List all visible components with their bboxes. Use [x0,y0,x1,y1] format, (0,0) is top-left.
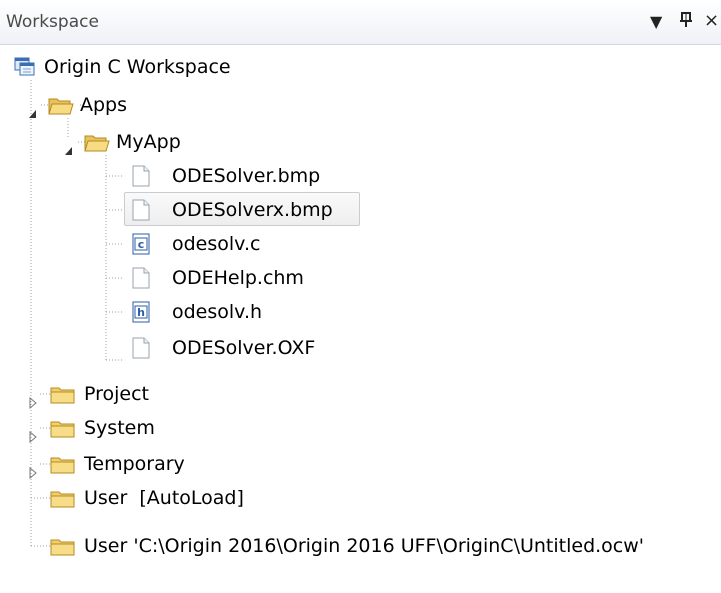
folder-icon [50,453,76,484]
panel-titlebar: Workspace ▼ × [0,0,721,45]
tree-root-label: Origin C Workspace [44,56,231,78]
file-icon [132,267,150,298]
svg-text:c: c [138,238,145,251]
collapsed-triangle-icon[interactable] [28,388,38,418]
open-folder-icon [48,94,74,125]
collapsed-triangle-icon[interactable] [28,458,38,488]
folder-icon [50,383,76,414]
tree-file-label: odesolv.c [172,233,261,255]
tree-file-label: ODESolverx.bmp [172,199,333,221]
h-file-icon: h [132,301,150,332]
panel-title: Workspace [6,12,99,32]
tree-item-label: Temporary [84,453,185,475]
folder-icon [50,417,76,448]
tree-item-label: System [84,417,155,439]
svg-text:h: h [137,306,145,319]
panel-menu-button[interactable]: ▼ [650,12,662,31]
file-icon [132,337,150,368]
tree-file-label: ODEHelp.chm [172,267,304,289]
pin-icon[interactable] [679,12,693,32]
c-file-icon: c [132,233,150,264]
expanded-triangle-icon[interactable] [28,98,38,128]
expanded-triangle-icon[interactable] [64,135,74,165]
folder-icon [50,535,76,566]
close-button[interactable]: × [704,10,719,31]
open-folder-icon [84,131,110,162]
tree-item-label: User 'C:\Origin 2016\Origin 2016 UFF\Ori… [84,535,645,557]
tree-item-label: Apps [80,94,128,116]
tree-item-label: MyApp [116,131,181,153]
tree-file-label: ODESolver.OXF [172,337,316,359]
workspace-tree: Origin C Workspace Apps MyApp ODESolver.… [0,50,721,593]
collapsed-triangle-icon[interactable] [28,422,38,452]
workspace-icon [14,56,36,87]
tree-file-label: odesolv.h [172,301,263,323]
tree-item-label: User [AutoLoad] [84,487,244,509]
file-icon [132,199,150,230]
tree-item-label: Project [84,383,150,405]
tree-file-label: ODESolver.bmp [172,165,321,187]
folder-icon [50,487,76,518]
file-icon [132,165,150,196]
